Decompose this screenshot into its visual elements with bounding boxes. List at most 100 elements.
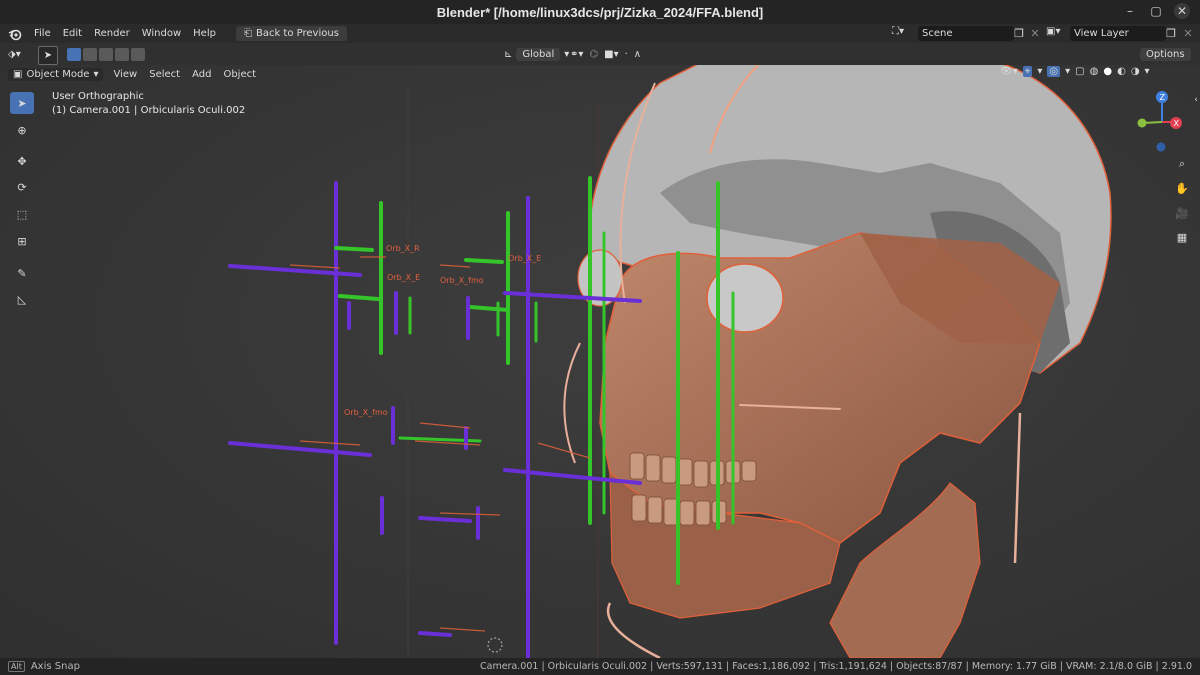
scale-icon: ⬚ <box>16 207 28 221</box>
gizmo-icon[interactable]: ⌖ <box>1022 66 1033 77</box>
measure-icon: ◺ <box>17 292 27 306</box>
snapping-controls[interactable]: ⚭▾ ⌬ ■▾ · ∧ <box>570 47 641 62</box>
proportional-edit-icon[interactable]: · <box>625 49 628 60</box>
cursor-tool[interactable]: ⊕ <box>10 119 34 141</box>
close-icon[interactable]: ✕ <box>1174 3 1190 19</box>
solid-shading-icon[interactable]: ● <box>1103 66 1112 77</box>
bone-label: Orb_X_E <box>508 254 541 263</box>
transform-icon: ⊞ <box>17 234 27 248</box>
rotate-tool[interactable]: ⟳ <box>10 176 34 198</box>
camera-view-icon[interactable]: 🎥 <box>1174 205 1190 221</box>
zoom-icon[interactable]: ⌕ <box>1174 156 1190 172</box>
editor-type-selector[interactable]: ⬗▾ <box>8 47 21 62</box>
bone-label: Orb_X_E <box>387 273 420 282</box>
visibility-icon[interactable]: 👁▾ <box>1000 66 1018 77</box>
delete-view-layer-icon[interactable]: ✕ <box>1180 25 1196 41</box>
active-object-info: (1) Camera.001 | Orbicularis Oculi.002 <box>52 105 246 116</box>
move-tool[interactable]: ✥ <box>10 150 34 172</box>
material-shading-icon[interactable]: ◐ <box>1117 66 1126 77</box>
3d-viewport[interactable]: Orb_X_E Orb_X_fmo Orb_X_fmo Orb_X_R Orb_… <box>0 43 1200 658</box>
scene-name: Scene <box>922 28 953 39</box>
transform-orientation-value: Global <box>516 48 561 61</box>
delete-scene-icon[interactable]: ✕ <box>1027 25 1043 41</box>
window-titlebar: Blender* [/home/linux3dcs/prj/Zizka_2024… <box>0 0 1200 24</box>
scene-field[interactable]: Scene <box>918 26 1014 41</box>
sidebar-toggle-icon[interactable]: ‹ <box>1188 92 1200 108</box>
chevron-down-icon[interactable]: ▾ <box>1145 66 1150 77</box>
orientation-icon: ⊾ <box>504 49 513 60</box>
alt-key-icon: Alt <box>8 661 25 672</box>
svg-text:X: X <box>1174 119 1180 128</box>
select-box-tool[interactable]: ➤ <box>10 92 34 114</box>
menu-select[interactable]: Select <box>149 69 180 80</box>
bone-label: Orb_X_fmo <box>440 276 484 285</box>
rendered-shading-icon[interactable]: ◑ <box>1131 66 1140 77</box>
falloff-icon[interactable]: ∧ <box>634 49 641 60</box>
back-to-previous-label: Back to Previous <box>255 28 339 39</box>
menu-help[interactable]: Help <box>187 28 222 39</box>
cursor-arrow-icon: ➤ <box>17 96 27 110</box>
rotate-icon: ⟳ <box>17 180 27 194</box>
new-view-layer-icon[interactable]: ❐ <box>1163 25 1179 41</box>
intersect-selection-icon[interactable] <box>131 48 145 61</box>
select-tool-button[interactable]: ➤ <box>38 46 58 65</box>
menu-file[interactable]: File <box>28 28 57 39</box>
viewport-shading-controls: 👁▾ ⌖ ▾ ◎ ▾ ▢ ◍ ● ◐ ◑ ▾ <box>1000 66 1150 77</box>
blender-logo-icon[interactable] <box>8 27 22 41</box>
chevron-down-icon[interactable]: ▾ <box>1065 66 1070 77</box>
back-to-previous-button[interactable]: ⎗ Back to Previous <box>235 26 347 41</box>
menu-view[interactable]: View <box>113 69 137 80</box>
scene-statistics: Camera.001 | Orbicularis Oculi.002 | Ver… <box>479 661 1192 672</box>
view-layer-selector[interactable]: ▣▾ <box>1046 26 1060 37</box>
status-hint: Axis Snap <box>30 661 80 672</box>
scale-tool[interactable]: ⬚ <box>10 203 34 225</box>
wireframe-shading-icon[interactable]: ◍ <box>1090 66 1099 77</box>
transform-tool[interactable]: ⊞ <box>10 230 34 252</box>
grid-toggle-icon[interactable]: ▦ <box>1174 229 1190 245</box>
extend-selection-icon[interactable] <box>83 48 97 61</box>
window-controls: – ▢ ✕ <box>1122 3 1190 19</box>
menu-edit[interactable]: Edit <box>57 28 88 39</box>
bone-label: Orb_X_fmo <box>344 408 388 417</box>
view-layer-name: View Layer <box>1074 28 1129 39</box>
menu-add[interactable]: Add <box>192 69 211 80</box>
pan-hand-icon[interactable]: ✋ <box>1174 180 1190 196</box>
menu-object[interactable]: Object <box>223 69 256 80</box>
subtract-selection-icon[interactable] <box>99 48 113 61</box>
view-layer-field[interactable]: View Layer <box>1070 26 1166 41</box>
menu-render[interactable]: Render <box>88 28 136 39</box>
object-mode-icon: ▣ <box>13 68 23 80</box>
status-bar: Alt Axis Snap Camera.001 | Orbicularis O… <box>0 658 1200 675</box>
scene-selector[interactable]: ⛶▾ <box>892 26 904 37</box>
maximize-icon[interactable]: ▢ <box>1148 3 1164 19</box>
transform-orientation-dropdown[interactable]: ⊾ Global ▾ <box>504 47 569 62</box>
cursor-icon: ⊕ <box>17 123 27 137</box>
snap-target-icon[interactable]: ■▾ <box>604 49 618 60</box>
new-scene-icon[interactable]: ❐ <box>1011 25 1027 41</box>
svg-text:Z: Z <box>1160 93 1166 102</box>
chevron-down-icon: ▾ <box>93 68 99 80</box>
overlay-icon[interactable]: ◎ <box>1047 66 1061 77</box>
invert-selection-icon[interactable] <box>115 48 129 61</box>
move-icon: ✥ <box>17 154 27 168</box>
menu-window[interactable]: Window <box>136 28 187 39</box>
selection-mode-buttons[interactable] <box>67 47 145 62</box>
options-dropdown[interactable]: Options <box>1140 47 1191 62</box>
object-mode-dropdown[interactable]: ▣ Object Mode ▾ <box>8 67 104 81</box>
pivot-icon[interactable]: ⚭▾ <box>570 49 583 60</box>
measure-tool[interactable]: ◺ <box>10 288 34 310</box>
viewport-scene: Orb_X_E Orb_X_fmo Orb_X_fmo Orb_X_R Orb_… <box>0 43 1200 658</box>
snap-icon[interactable]: ⌬ <box>589 49 598 60</box>
xray-icon[interactable]: ▢ <box>1075 66 1084 77</box>
minimize-icon[interactable]: – <box>1122 3 1138 19</box>
navigation-gizmo[interactable]: Z X <box>1132 88 1192 158</box>
options-label: Options <box>1140 48 1191 61</box>
window-title: Blender* [/home/linux3dcs/prj/Zizka_2024… <box>436 4 764 20</box>
annotate-tool[interactable]: ✎ <box>10 262 34 284</box>
chevron-down-icon[interactable]: ▾ <box>1037 66 1042 77</box>
new-selection-icon[interactable] <box>67 48 81 61</box>
editor-type-icon: ⬗▾ <box>8 49 21 60</box>
bone-label: Orb_X_R <box>386 244 420 253</box>
back-icon: ⎗ <box>243 28 252 39</box>
chevron-down-icon: ▾ <box>564 49 570 60</box>
